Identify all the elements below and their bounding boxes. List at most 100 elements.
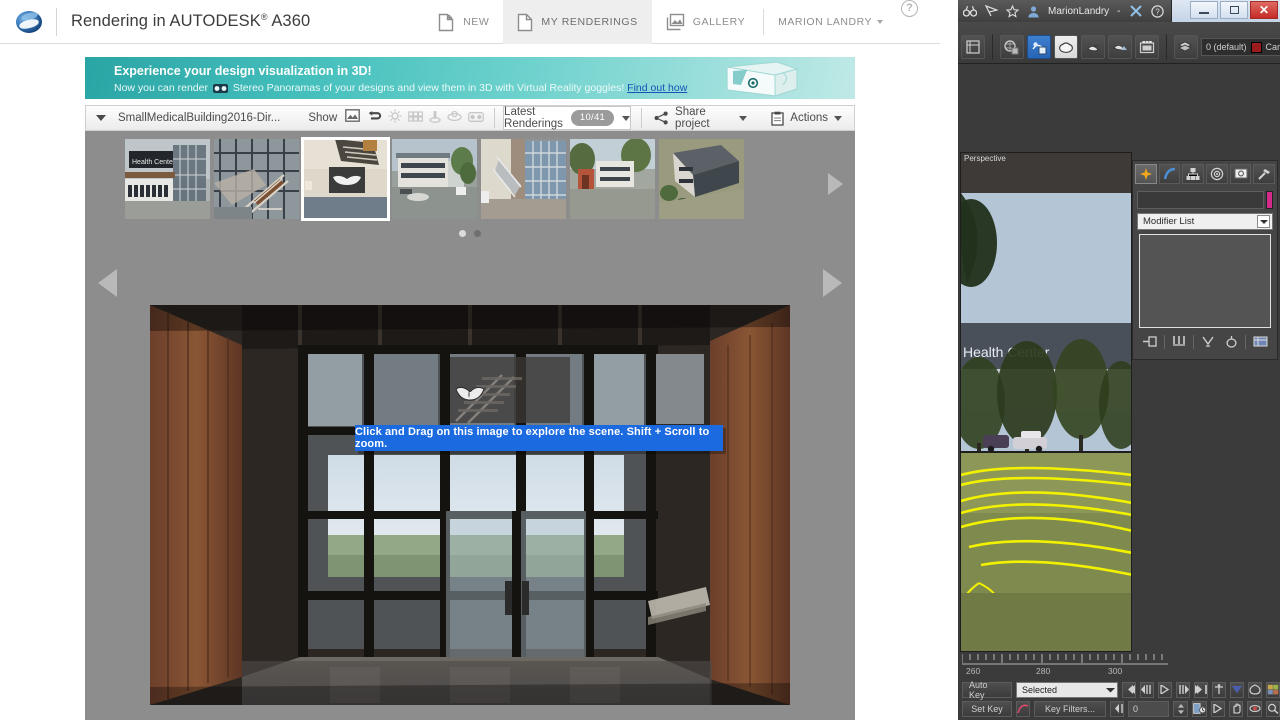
project-name-label[interactable]: SmallMedicalBuilding2016-Dir... <box>118 112 280 124</box>
max-viewport[interactable]: Health Center Perspective <box>960 152 1132 652</box>
layer-selector[interactable]: 0 (default) Cars <box>1201 38 1280 56</box>
key-filters-button[interactable]: Key Filters... <box>1034 700 1106 717</box>
binoculars-icon[interactable] <box>963 5 977 17</box>
render-preview-button[interactable] <box>1135 35 1159 59</box>
maximize-button[interactable] <box>1220 1 1248 19</box>
illuminance-filter-icon[interactable] <box>388 109 402 128</box>
material-editor-button[interactable] <box>1000 35 1024 59</box>
turntable-filter-icon[interactable] <box>429 109 441 128</box>
pan-360-icon[interactable] <box>453 380 487 406</box>
layer-manager-button[interactable] <box>1174 35 1198 59</box>
share-project-button[interactable]: Share project <box>642 105 759 131</box>
play-button[interactable] <box>1210 700 1226 717</box>
snapshot-button[interactable] <box>961 35 985 59</box>
frame-spinner[interactable] <box>1173 700 1188 717</box>
thumbnail-building-street[interactable] <box>392 139 477 219</box>
remove-modifier-icon[interactable] <box>1223 334 1240 349</box>
thumbnail-facade-trees[interactable] <box>570 139 655 219</box>
render-iterative-button[interactable] <box>1108 35 1132 59</box>
close-button[interactable]: ✕ <box>1250 1 1278 19</box>
key-mode-toggle-button[interactable] <box>1109 700 1124 717</box>
filmstrip-next-icon[interactable] <box>828 173 843 195</box>
help-question-icon[interactable]: ? <box>901 0 918 17</box>
find-out-how-link[interactable]: Find out how <box>627 82 687 94</box>
brand-trademark: ® <box>260 12 268 22</box>
render-production-button[interactable] <box>1081 35 1105 59</box>
utilities-tab[interactable] <box>1253 164 1276 184</box>
orbit-button[interactable] <box>1247 700 1262 717</box>
user-menu[interactable]: MARION LANDRY <box>768 0 889 44</box>
stereo-panorama-filter-icon[interactable] <box>468 109 485 127</box>
actions-button[interactable]: Actions <box>759 105 854 131</box>
thumbnail-stair-glass[interactable] <box>214 139 299 219</box>
time-configuration-button[interactable] <box>1191 700 1207 717</box>
hierarchy-tab[interactable] <box>1182 164 1205 184</box>
user-avatar-icon[interactable] <box>1027 5 1040 18</box>
modifier-list-dropdown[interactable]: Modifier List <box>1137 213 1273 230</box>
zoom-region-button[interactable] <box>1265 700 1280 717</box>
selection-scope-dropdown[interactable]: Selected <box>1016 681 1118 698</box>
object-name-input[interactable] <box>1137 191 1264 209</box>
select-object-button[interactable] <box>1265 681 1280 698</box>
a360-web-app: Rendering in AUTODESK® A360 NEW MY RENDE… <box>0 0 940 720</box>
select-and-link-button[interactable] <box>1211 681 1226 698</box>
pan-hand-button[interactable] <box>1229 700 1244 717</box>
thumbnail-lobby-panorama[interactable] <box>301 137 390 221</box>
previous-frame-button[interactable] <box>1139 681 1154 698</box>
minimize-button[interactable] <box>1190 1 1218 19</box>
max-timeline-status: 260 280 300 Auto Key Selected Set Key Ke… <box>958 654 1280 720</box>
play-animation-button[interactable] <box>1157 681 1172 698</box>
max-user-label[interactable]: MarionLandry <box>1048 6 1109 17</box>
create-tab[interactable] <box>1135 164 1157 184</box>
motion-tab[interactable] <box>1206 164 1228 184</box>
nav-item-new[interactable]: NEW <box>424 0 503 44</box>
next-frame-button[interactable] <box>1175 681 1190 698</box>
modify-tab[interactable] <box>1158 164 1181 184</box>
render-setup-button[interactable] <box>1027 35 1051 59</box>
go-to-end-button[interactable] <box>1193 681 1208 698</box>
render-frame-window-button[interactable] <box>1054 35 1078 59</box>
latest-renderings-selector[interactable]: Latest Renderings 10/41 <box>503 106 632 130</box>
pin-stack-icon[interactable] <box>1141 334 1158 349</box>
panorama-loop-filter-icon[interactable] <box>366 109 382 127</box>
make-unique-icon[interactable] <box>1200 334 1217 349</box>
set-key-arc-icon[interactable] <box>1016 700 1031 717</box>
help-question-icon[interactable]: ? <box>1150 4 1164 18</box>
display-tab[interactable] <box>1229 164 1252 184</box>
modifier-stack[interactable] <box>1139 234 1271 328</box>
page-dot-2[interactable] <box>474 230 481 237</box>
vr-promo-banner[interactable]: Experience your design visualization in … <box>85 57 855 99</box>
interactive-panorama-filter-icon[interactable] <box>447 109 462 127</box>
solar-study-filter-icon[interactable] <box>408 109 424 128</box>
auto-key-button[interactable]: Auto Key <box>962 680 1012 700</box>
configure-sets-icon[interactable] <box>1252 334 1269 349</box>
nav-item-my-renderings[interactable]: MY RENDERINGS <box>503 0 652 44</box>
star-favorite-icon[interactable] <box>1006 4 1019 18</box>
autodesk-exchange-icon[interactable] <box>1129 5 1143 17</box>
pen-tool-icon[interactable] <box>985 5 998 17</box>
show-end-result-icon[interactable] <box>1171 334 1188 349</box>
thumbnail-aerial-roof[interactable] <box>659 139 744 219</box>
max-title-dash: - <box>1117 5 1121 17</box>
go-to-start-button[interactable] <box>1121 681 1136 698</box>
triangle-left-icon <box>98 269 117 297</box>
page-dot-1[interactable] <box>459 230 466 237</box>
set-key-button[interactable]: Set Key <box>962 700 1012 717</box>
thumbnail-atrium-stair[interactable] <box>481 139 566 219</box>
panorama-image[interactable]: Click and Drag on this image to explore … <box>150 305 790 705</box>
layer-name-label: 0 (default) <box>1206 42 1247 52</box>
autodesk-a360-logo-icon[interactable] <box>14 7 44 37</box>
viewer-next-button[interactable] <box>805 257 855 307</box>
triangle-down-icon[interactable] <box>96 115 106 121</box>
object-color-swatch[interactable] <box>1266 191 1273 209</box>
timeline-ruler[interactable]: 260 280 300 <box>961 654 1168 678</box>
still-image-filter-icon[interactable] <box>345 109 361 127</box>
bind-to-space-warp-button[interactable] <box>1247 681 1262 698</box>
thumbnail-entry-exterior[interactable]: Health Center <box>125 139 210 219</box>
nav-item-gallery[interactable]: GALLERY <box>652 0 759 44</box>
vr-headset-illustration-icon <box>717 59 803 99</box>
divider <box>1163 334 1165 349</box>
current-frame-field[interactable]: 0 <box>1127 700 1170 717</box>
unlink-button[interactable] <box>1229 681 1244 698</box>
viewer-prev-button[interactable] <box>85 257 135 307</box>
